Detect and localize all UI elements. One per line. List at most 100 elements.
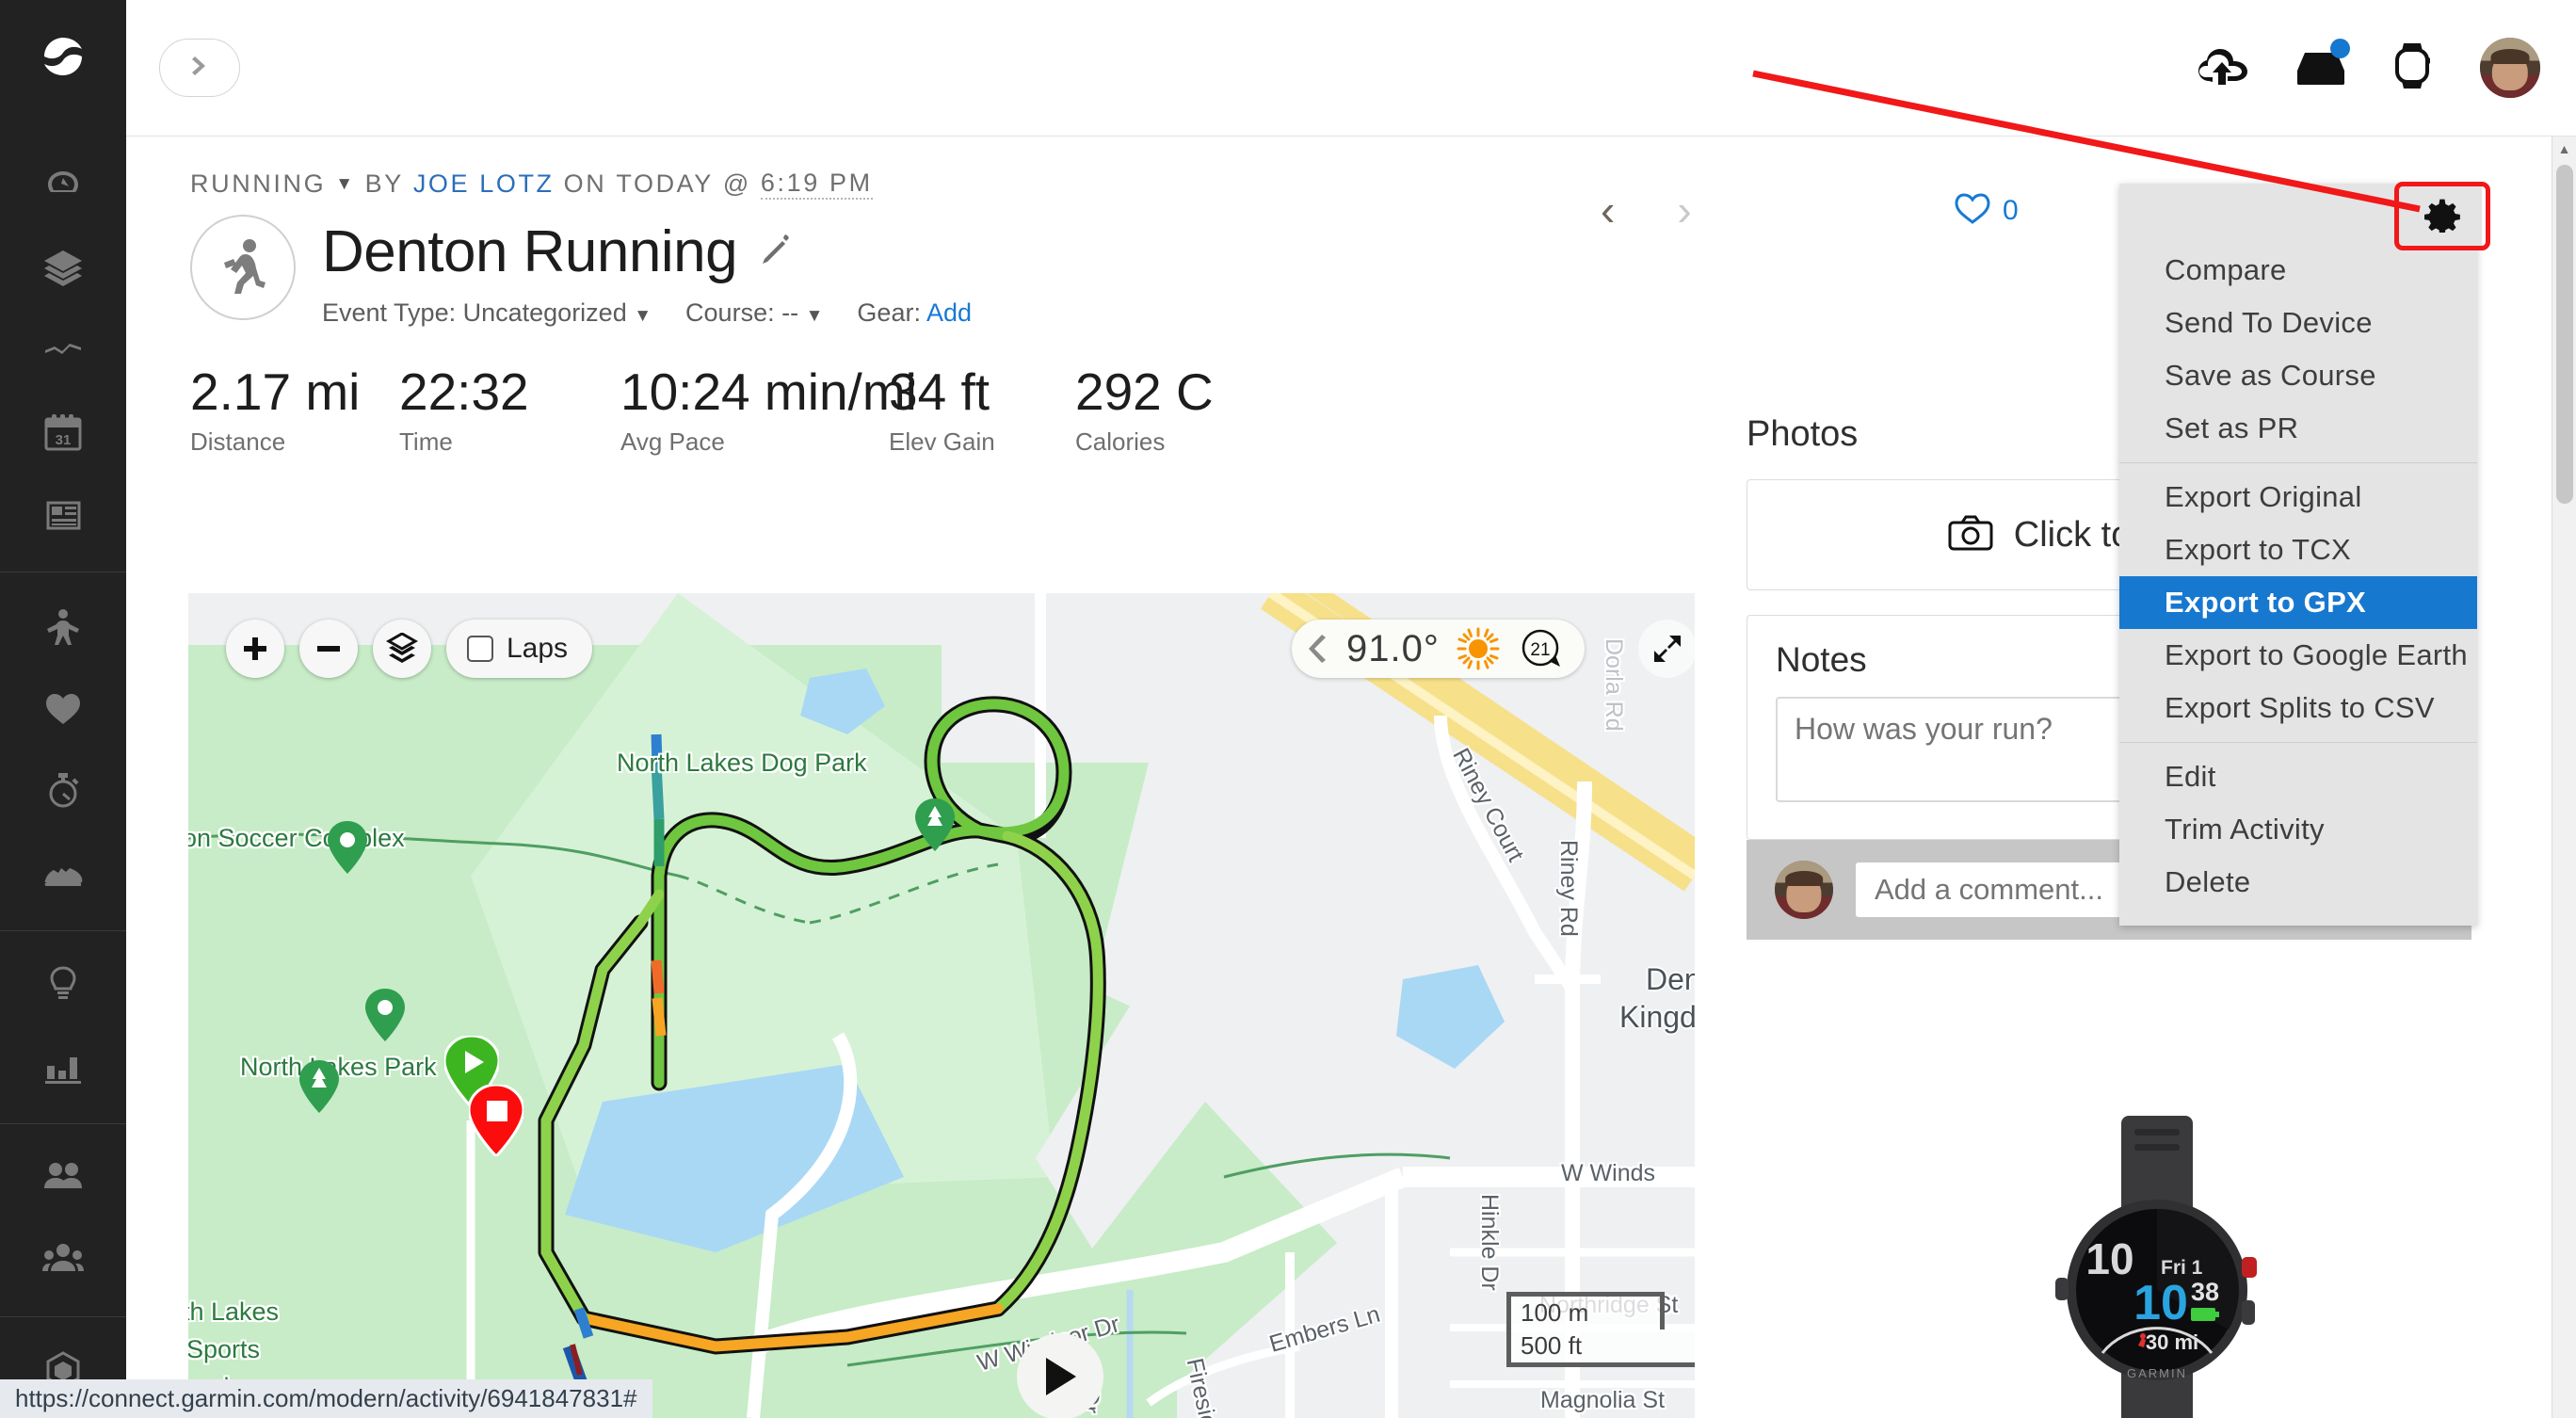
street-label-w-windsor: W Winds xyxy=(1561,1160,1655,1186)
svg-text:10: 10 xyxy=(2085,1234,2133,1283)
sidebar-item-groups[interactable] xyxy=(0,1220,126,1303)
stat-value: 22:32 xyxy=(399,363,529,421)
stat-value: 2.17 mi xyxy=(190,363,361,421)
laps-label: Laps xyxy=(507,633,569,664)
menu-item-export-original[interactable]: Export Original xyxy=(2119,471,2477,524)
menu-section-actions: Compare Send To Device Save as Course Se… xyxy=(2119,236,2477,462)
map-zoom-out-button[interactable] xyxy=(299,620,358,678)
sidebar-item-calendar[interactable]: 31 xyxy=(0,393,126,475)
menu-item-edit[interactable]: Edit xyxy=(2119,750,2477,803)
title-block: Denton Running Event Type: Uncategorized… xyxy=(322,215,972,328)
stat-label: Elev Gain xyxy=(889,427,995,456)
menu-item-send-to-device[interactable]: Send To Device xyxy=(2119,297,2477,349)
activity-time[interactable]: 6:19 PM xyxy=(760,169,873,200)
stat-avg-pace: 10:24 min/mi Avg Pace xyxy=(620,364,917,457)
scroll-thumb[interactable] xyxy=(2556,165,2573,504)
map-pin-poi[interactable] xyxy=(328,821,367,874)
nav-group-health xyxy=(0,572,126,930)
menu-item-export-to-tcx[interactable]: Export to TCX xyxy=(2119,524,2477,576)
chevron-left-icon[interactable] xyxy=(1309,635,1329,663)
weather-temperature: 91.0° xyxy=(1346,627,1440,669)
event-type-caret-icon[interactable]: ▼ xyxy=(634,306,652,326)
sidebar-item-insights[interactable] xyxy=(0,944,126,1027)
sidebar-item-news-feed[interactable] xyxy=(0,475,126,558)
map-fullscreen-button[interactable] xyxy=(1638,620,1695,678)
sidebar-item-activities[interactable] xyxy=(0,227,126,310)
course-caret-icon[interactable]: ▼ xyxy=(806,306,824,326)
scroll-up-arrow[interactable]: ▲ xyxy=(2552,137,2576,161)
inbox-badge xyxy=(2330,38,2350,58)
inbox-button[interactable] xyxy=(2297,38,2350,91)
map-pin-park[interactable] xyxy=(299,1060,339,1113)
map-play-button[interactable] xyxy=(1017,1333,1103,1418)
svg-text:31: 31 xyxy=(56,432,72,448)
like-group[interactable]: 0 xyxy=(1954,191,2019,230)
street-label-hinkle-dr: Hinkle Dr xyxy=(1476,1194,1503,1291)
menu-item-set-as-pr[interactable]: Set as PR xyxy=(2119,402,2477,455)
menu-item-compare[interactable]: Compare xyxy=(2119,244,2477,297)
map-controls: Laps xyxy=(226,620,593,678)
event-type-value: Uncategorized xyxy=(462,298,627,327)
watch-icon xyxy=(2393,41,2431,95)
map-scale-bar: 100 m 500 ft xyxy=(1506,1292,1695,1367)
garmin-connect-logo[interactable] xyxy=(39,32,88,86)
nav-group-main: 31 xyxy=(0,131,126,572)
activity-subtitle-row: Event Type: Uncategorized ▼ Course: -- ▼… xyxy=(322,298,972,328)
expand-sidebar-button[interactable] xyxy=(159,39,240,97)
activity-author[interactable]: JOE LOTZ xyxy=(413,169,555,199)
device-button[interactable] xyxy=(2393,41,2431,95)
gear-add-link[interactable]: Add xyxy=(926,298,972,327)
top-bar-actions xyxy=(2196,38,2576,98)
two-people-icon xyxy=(41,1155,85,1203)
svg-text:30 mi: 30 mi xyxy=(2146,1330,2198,1354)
map-label-north-lakes-sports-1: rth Lakes xyxy=(188,1297,280,1326)
sidebar-item-dashboard[interactable] xyxy=(0,144,126,227)
menu-item-export-to-google-earth[interactable]: Export to Google Earth xyxy=(2119,629,2477,682)
activity-map[interactable]: North Lakes Dog Park on Soccer Complex N… xyxy=(188,593,1695,1418)
course-field[interactable]: Course: -- ▼ xyxy=(685,298,823,328)
edit-title-pencil-icon[interactable] xyxy=(759,233,793,271)
activity-options-menu: Compare Send To Device Save as Course Se… xyxy=(2119,184,2477,926)
street-label-dorla-rd: Dorla Rd xyxy=(1601,638,1627,732)
avatar-hair xyxy=(2490,48,2530,65)
map-weather-widget: 91.0° 21 xyxy=(1292,620,1585,678)
menu-item-trim-activity[interactable]: Trim Activity xyxy=(2119,803,2477,856)
stat-elev-gain: 34 ft Elev Gain xyxy=(889,363,1075,457)
activity-sport-label[interactable]: RUNNING xyxy=(190,169,326,199)
activity-options-gear-button[interactable] xyxy=(2403,184,2482,250)
map-zoom-in-button[interactable] xyxy=(226,620,284,678)
city-label-denton-2: Kingdor xyxy=(1619,1000,1695,1034)
laps-checkbox[interactable] xyxy=(467,636,493,662)
sport-dropdown-caret[interactable]: ▼ xyxy=(335,174,355,195)
event-type-field[interactable]: Event Type: Uncategorized ▼ xyxy=(322,298,652,328)
on-prefix: ON xyxy=(563,169,607,198)
menu-item-export-splits-to-csv[interactable]: Export Splits to CSV xyxy=(2119,682,2477,734)
event-type-label: Event Type: xyxy=(322,298,457,327)
sidebar-item-statistics[interactable] xyxy=(0,1027,126,1110)
stat-value: 34 ft xyxy=(889,363,990,421)
previous-activity-arrow[interactable]: ‹ xyxy=(1601,188,1615,232)
svg-text:GARMIN: GARMIN xyxy=(2127,1366,2187,1380)
svg-text:21: 21 xyxy=(1530,640,1550,660)
menu-item-export-to-gpx[interactable]: Export to GPX xyxy=(2119,576,2477,629)
sidebar-item-gear[interactable] xyxy=(0,834,126,917)
menu-item-save-as-course[interactable]: Save as Course xyxy=(2119,349,2477,402)
menu-item-delete[interactable]: Delete xyxy=(2119,856,2477,909)
map-pin-finish[interactable] xyxy=(469,1085,523,1156)
gear-icon xyxy=(2424,197,2460,237)
avatar[interactable] xyxy=(2480,38,2540,98)
map-pin-park[interactable] xyxy=(915,798,955,851)
map-laps-toggle[interactable]: Laps xyxy=(446,620,593,678)
next-activity-arrow[interactable]: › xyxy=(1677,188,1691,232)
sidebar-item-training[interactable] xyxy=(0,586,126,669)
map-layers-button[interactable] xyxy=(373,620,431,678)
sidebar-item-connections[interactable] xyxy=(0,1137,126,1220)
sidebar-item-health[interactable] xyxy=(0,669,126,751)
sidebar-item-reports[interactable] xyxy=(0,310,126,393)
upload-button[interactable] xyxy=(2196,45,2248,91)
page-scrollbar[interactable]: ▲ xyxy=(2552,137,2576,1418)
sidebar-item-performance[interactable] xyxy=(0,751,126,834)
stat-label: Avg Pace xyxy=(620,427,725,456)
comment-avatar[interactable] xyxy=(1775,861,1833,919)
map-pin-poi[interactable] xyxy=(365,989,405,1041)
